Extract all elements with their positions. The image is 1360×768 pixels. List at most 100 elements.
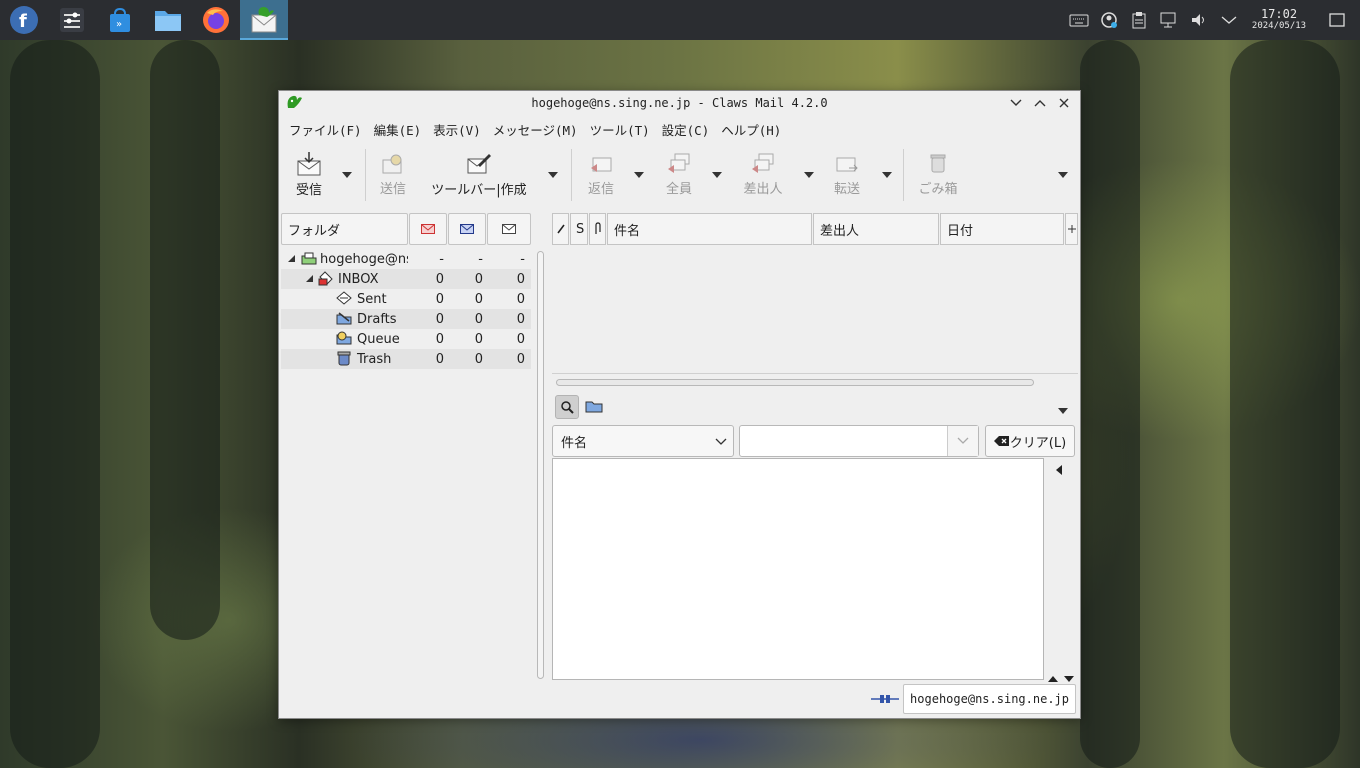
folder-column-header[interactable]: フォルダ [281, 213, 408, 245]
reply-dropdown[interactable] [633, 169, 645, 181]
total-count: 0 [516, 291, 525, 307]
search-field-value: 件名 [561, 435, 588, 451]
fedora-launcher-button[interactable]: f [0, 0, 48, 40]
menu-tools[interactable]: ツール(T) [584, 120, 656, 139]
claws-mail-taskbar-button[interactable] [240, 0, 288, 40]
reply-sender-button[interactable]: 差出人 [737, 143, 789, 205]
show-desktop-icon[interactable] [1314, 0, 1360, 40]
receive-button[interactable]: 受信 [289, 143, 329, 205]
drafts-folder-icon [336, 312, 352, 325]
receive-label: 受信 [295, 182, 322, 198]
tray-expand-chevron-icon[interactable] [1214, 0, 1244, 40]
reply-button[interactable]: 返信 [581, 143, 621, 205]
send-button[interactable]: 送信 [375, 143, 411, 205]
mail-icon [502, 224, 516, 234]
message-list-hscrollbar[interactable] [556, 379, 1034, 386]
message-preview-pane[interactable] [552, 458, 1044, 680]
menu-message[interactable]: メッセージ(M) [487, 120, 584, 139]
forward-button[interactable]: 転送 [827, 143, 867, 205]
trash-button[interactable]: ごみ箱 [915, 143, 961, 205]
system-settings-button[interactable] [48, 0, 96, 40]
menu-settings[interactable]: 設定(C) [656, 120, 716, 139]
subject-column-header[interactable]: 件名 [607, 213, 812, 245]
online-status-button[interactable] [871, 693, 899, 709]
software-store-button[interactable]: » [96, 0, 144, 40]
maximize-button[interactable] [1028, 91, 1052, 115]
message-list[interactable] [552, 247, 1078, 374]
reply-sender-dropdown[interactable] [803, 169, 815, 181]
from-column-header[interactable]: 差出人 [813, 213, 939, 245]
wallpaper-tree [1230, 40, 1340, 768]
clock[interactable]: 17:02 2024/05/13 [1244, 8, 1314, 32]
reply-all-icon [668, 153, 690, 173]
attachment-column-header[interactable] [589, 213, 606, 245]
preview-expand-button[interactable] [1056, 464, 1062, 479]
reply-all-button[interactable]: 全員 [659, 143, 699, 205]
file-manager-button[interactable] [144, 0, 192, 40]
volume-icon[interactable] [1184, 0, 1214, 40]
status-column-header[interactable]: S [570, 213, 588, 245]
reply-all-dropdown[interactable] [711, 169, 723, 181]
compose-button[interactable]: ツールバー|作成 [429, 143, 529, 205]
folder-selector-button[interactable] [585, 399, 603, 417]
close-button[interactable] [1052, 91, 1076, 115]
title-bar[interactable]: hogehoge@ns.sing.ne.jp - Claws Mail 4.2.… [279, 91, 1080, 115]
status-column-label: S [576, 221, 585, 237]
dropdown-arrow-icon [712, 172, 722, 178]
mark-column-header[interactable] [552, 213, 569, 245]
firefox-button[interactable] [192, 0, 240, 40]
toolbar: 受信 送信 ツールバー|作成 返信 全員 差出人 転送 ごみ箱 [279, 143, 1080, 209]
network-icon[interactable] [1154, 0, 1184, 40]
menu-help[interactable]: ヘルプ(H) [715, 120, 787, 139]
total-column-header[interactable] [487, 213, 531, 245]
triangle-left-icon [1056, 465, 1062, 475]
reply-sender-icon [752, 153, 774, 173]
dropdown-arrow-icon [634, 172, 644, 178]
update-notifier-icon[interactable] [1094, 0, 1124, 40]
folder-name: Trash [357, 351, 392, 367]
toolbar-separator [571, 149, 572, 201]
unread-column-header[interactable] [448, 213, 486, 245]
compose-dropdown[interactable] [547, 169, 559, 181]
minimize-button[interactable] [1004, 91, 1028, 115]
folder-row-trash[interactable]: Trash 0 0 0 [281, 349, 531, 369]
menu-file[interactable]: ファイル(F) [283, 120, 368, 139]
toolbar-separator [903, 149, 904, 201]
quick-search-toggle-button[interactable] [555, 395, 579, 419]
forward-label: 転送 [833, 181, 860, 197]
new-count: 0 [435, 291, 444, 307]
more-columns-header[interactable] [1065, 213, 1078, 245]
search-query-combo[interactable] [739, 425, 979, 457]
folder-row-queue[interactable]: Queue 0 0 0 [281, 329, 531, 349]
clipboard-icon[interactable] [1124, 0, 1154, 40]
date-column-label: 日付 [947, 223, 974, 239]
menu-view[interactable]: 表示(V) [427, 120, 487, 139]
search-history-dropdown[interactable] [947, 426, 978, 456]
folder-row-sent[interactable]: Sent 0 0 0 [281, 289, 531, 309]
toolbar-separator [365, 149, 366, 201]
new-count: - [439, 251, 444, 267]
keyboard-icon[interactable] [1064, 0, 1094, 40]
folder-row-drafts[interactable]: Drafts 0 0 0 [281, 309, 531, 329]
search-field-select[interactable]: 件名 [552, 425, 734, 457]
toolbar-overflow-dropdown[interactable] [1057, 169, 1069, 181]
new-count: 0 [435, 351, 444, 367]
menu-edit[interactable]: 編集(E) [368, 120, 428, 139]
new-column-header[interactable] [409, 213, 447, 245]
date-column-header[interactable]: 日付 [940, 213, 1064, 245]
expand-arrow-icon[interactable] [288, 255, 295, 262]
clear-search-button[interactable]: クリア(L) [985, 425, 1075, 457]
receive-dropdown[interactable] [341, 169, 353, 181]
folder-pane-scrollbar[interactable] [537, 251, 544, 679]
search-options-dropdown[interactable] [1058, 403, 1068, 418]
forward-dropdown[interactable] [881, 169, 893, 181]
expand-arrow-icon[interactable] [306, 275, 313, 282]
compose-icon [467, 153, 491, 173]
folder-row-account[interactable]: hogehoge@ns - - - [281, 249, 531, 269]
firefox-icon [203, 7, 229, 33]
chevron-down-icon [715, 438, 727, 445]
account-selector[interactable]: hogehoge@ns.sing.ne.jp [903, 684, 1076, 714]
folder-pane: フォルダ hogehoge@ns - - - INBOX 0 0 0 Sent … [281, 213, 531, 679]
folder-row-inbox[interactable]: INBOX 0 0 0 [281, 269, 531, 289]
dropdown-arrow-icon [1058, 172, 1068, 178]
